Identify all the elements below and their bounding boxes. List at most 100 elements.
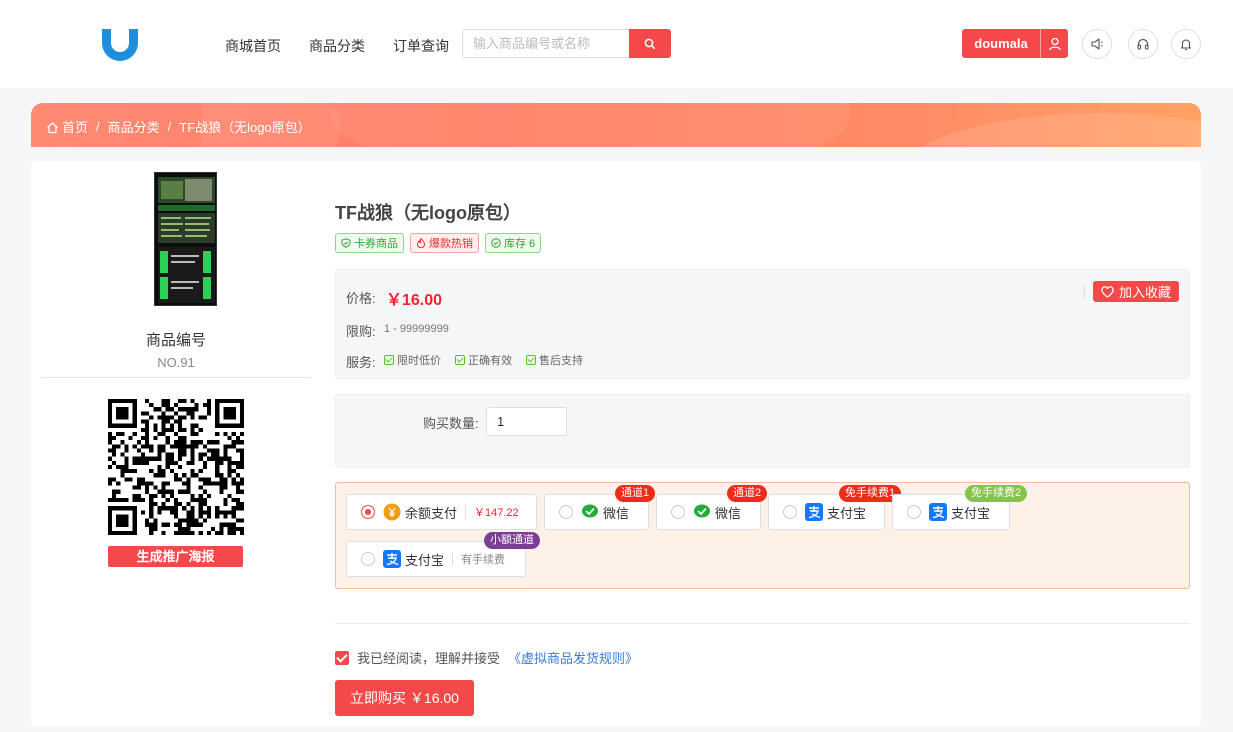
buy-now-button[interactable]: 立即购买 ￥16.00 [335,680,474,716]
radio-unselected[interactable] [671,505,685,519]
radio-unselected[interactable] [361,552,375,566]
banner-decoration [891,113,1201,147]
price-panel: 价格: ￥16.00 限购: 1 - 99999999 服务: 限时低价 正确有… [335,269,1190,379]
radio-unselected[interactable] [559,505,573,519]
payment-option-alipay-1[interactable]: 支付宝 免手续费1 [768,485,902,530]
divider [335,623,1190,624]
announcement-button[interactable] [1082,29,1112,59]
quantity-input[interactable]: 1 [486,407,567,436]
check-circle-icon [491,238,501,248]
checkbox-icon [526,355,536,365]
breadcrumb-separator: / [167,119,172,134]
product-code-label: 商品编号 [145,332,206,349]
add-favorite-button[interactable]: 加入收藏 [1093,281,1180,302]
product-image[interactable] [154,172,217,306]
add-favorite-label: 加入收藏 [1119,285,1172,300]
quantity-panel: 购买数量: 1 [335,394,1190,468]
product-title: TF战狼（无logo原包） [335,203,521,223]
wechat-icon [694,504,710,518]
agreement-row: 我已经阅读，理解并接受 《虚拟商品发货规则》 [335,648,638,667]
customer-service-button[interactable] [1128,29,1158,59]
divider [1084,285,1085,299]
headset-icon [1137,38,1149,50]
agreement-text: 我已经阅读，理解并接受 [357,651,501,666]
product-card: 商品编号 NO.91 生成推广海报 TF战狼（无logo原包） 卡券商品 爆款热… [31,161,1201,726]
service-item: 售后支持 [526,352,583,368]
tag-card-voucher: 卡券商品 [335,233,404,253]
quantity-label: 购买数量: [423,416,479,431]
breadcrumb-current: TF战狼（无logo原包） [179,120,311,135]
alipay-icon [929,503,947,521]
search-bar [462,29,671,58]
user-icon [1040,29,1068,58]
payment-panel: 余额支付 ￥147.22 微信 通道1 微信 通道2 支付宝 免手续费1 支付宝… [335,482,1190,589]
wechat-icon [582,504,598,518]
generate-poster-button[interactable]: 生成推广海报 [108,546,243,567]
divider [452,552,454,566]
bell-icon [1180,39,1192,51]
alipay-icon [383,550,401,568]
price-value: ￥16.00 [386,292,443,309]
product-tags: 卡券商品 爆款热销 库存 6 [335,233,542,253]
breadcrumb-separator: / [96,119,100,134]
top-header: 商城首页 商品分类 订单查询 doumala [0,0,1233,88]
payment-option-alipay-2[interactable]: 支付宝 免手续费2 [892,485,1028,530]
divider [41,377,311,378]
payment-name: 微信 [715,505,742,521]
qr-code-image [108,399,244,535]
service-item: 正确有效 [455,352,512,368]
radio-unselected[interactable] [907,505,921,519]
checkbox-icon [384,355,394,365]
channel-badge: 通道1 [615,485,656,502]
limit-value: 1 - 99999999 [384,323,449,335]
payment-option-wechat-1[interactable]: 微信 通道1 [544,485,656,530]
search-icon [644,38,656,49]
divider [465,505,467,519]
user-menu-button[interactable]: doumala [962,29,1068,58]
balance-amount: ￥147.22 [474,507,519,519]
fire-icon [416,238,426,248]
payment-name: 支付宝 [827,505,867,521]
tag-hot-sale: 爆款热销 [410,233,479,253]
payment-name: 微信 [603,505,630,521]
heart-icon [1101,285,1114,298]
payment-option-wechat-2[interactable]: 微信 通道2 [656,485,768,530]
breadcrumb-home[interactable]: 首页 [46,117,88,136]
tag-label: 爆款热销 [429,238,473,250]
price-label: 价格: [346,291,376,306]
checkbox-icon [455,355,465,365]
channel-badge: 免手续费2 [965,485,1028,502]
payment-name: 支付宝 [951,505,991,521]
agreement-checkbox[interactable] [335,650,349,665]
payment-option-alipay-small[interactable]: 支付宝 有手续费 小额通道 [346,532,540,577]
search-input[interactable] [462,29,629,58]
breadcrumb-home-label: 首页 [62,120,89,135]
fee-note: 有手续费 [461,554,506,566]
banner-decoration [331,103,851,147]
channel-badge: 小额通道 [484,532,540,549]
main-nav: 商城首页 商品分类 订单查询 [225,36,449,56]
tag-label: 卡券商品 [354,238,398,250]
service-item: 限时低价 [384,352,441,368]
nav-order-link[interactable]: 订单查询 [393,36,449,56]
tag-stock: 库存 6 [485,233,542,253]
service-label: 服务: [346,355,376,370]
home-icon [47,122,58,134]
nav-category-link[interactable]: 商品分类 [309,36,365,56]
speaker-icon [1091,38,1103,50]
radio-selected[interactable] [361,505,375,519]
shipping-rules-link[interactable]: 《虚拟商品发货规则》 [508,648,638,667]
username: doumala [974,36,1028,51]
alipay-icon [805,503,823,521]
nav-home-link[interactable]: 商城首页 [225,36,281,56]
limit-label: 限购: [346,324,376,339]
payment-name: 余额支付 [405,505,458,521]
product-code: NO.91 [157,355,195,370]
search-button[interactable] [629,29,671,58]
breadcrumb-category[interactable]: 商品分类 [108,117,160,136]
site-logo-icon[interactable] [98,25,142,63]
radio-unselected[interactable] [783,505,797,519]
channel-badge: 通道2 [727,485,768,502]
notification-button[interactable] [1171,29,1201,59]
payment-option-balance[interactable]: 余额支付 ￥147.22 [346,494,537,530]
